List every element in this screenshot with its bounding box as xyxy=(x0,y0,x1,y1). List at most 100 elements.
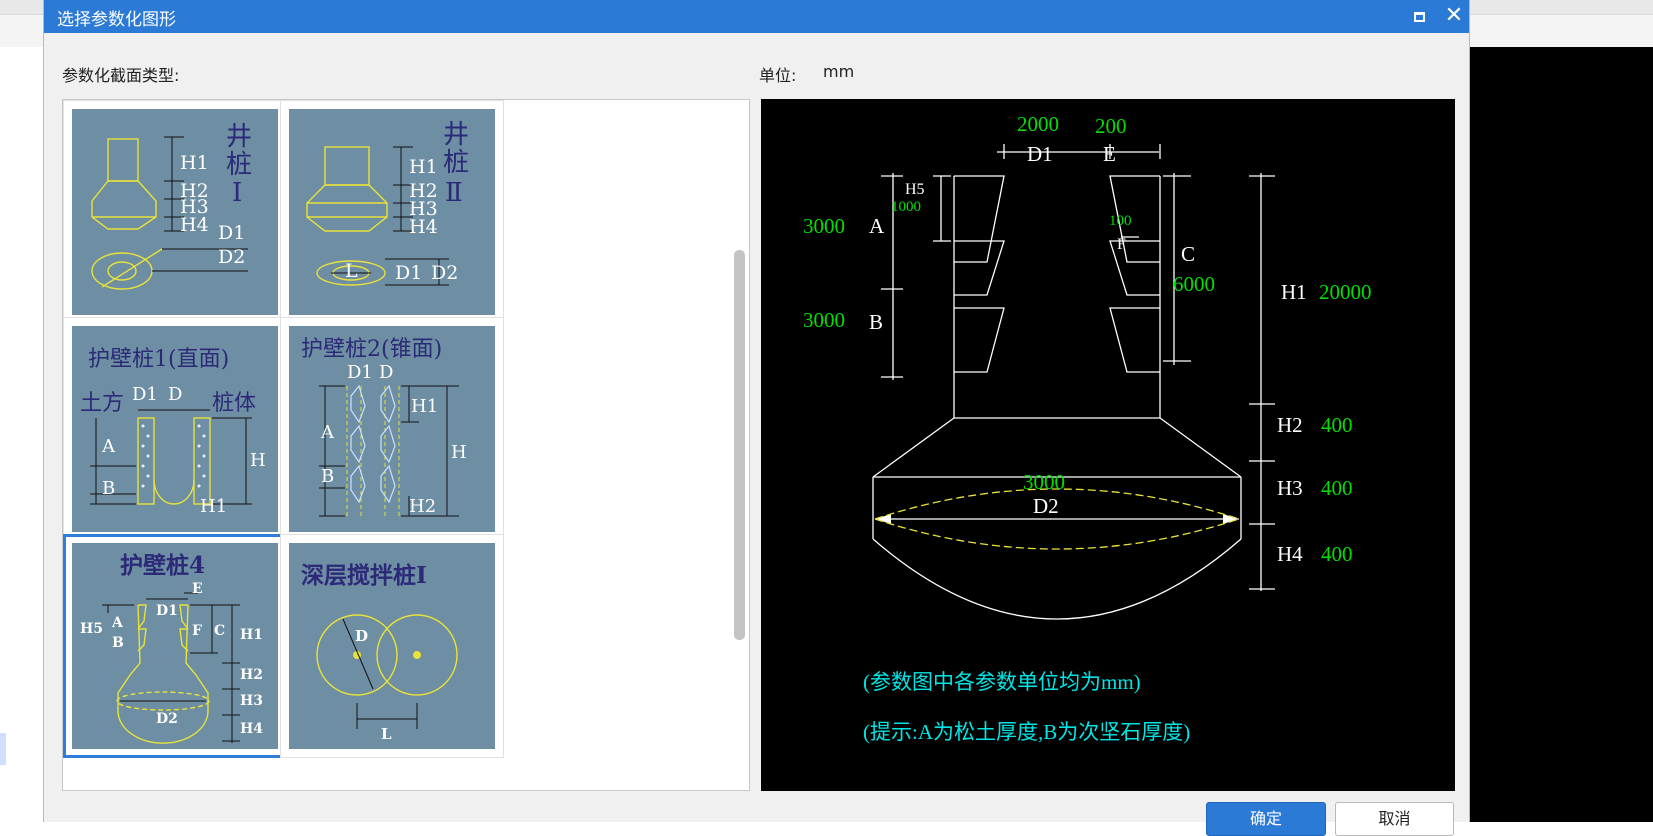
thumb4-label-h1: H1 xyxy=(411,396,438,417)
thumb-hubizhuang-4[interactable]: 护壁桩4 E D1 H5 A F C H1 B H2 H3 D2 H4 xyxy=(63,534,287,758)
thumb5-label-f: F xyxy=(192,623,202,639)
thumb6-label-d: D xyxy=(355,627,368,645)
jingzhuang-2-drawing: 井桩Ⅱ H1 H2 H3 H4 L D1 D2 xyxy=(289,109,495,315)
thumb2-char-two: Ⅱ xyxy=(445,178,463,208)
thumb6-title: 深层搅拌桩Ⅰ xyxy=(301,562,427,589)
dim-h5-value: 1000 xyxy=(891,199,921,215)
thumb5-label-b: B xyxy=(112,635,124,651)
thumb4-label-d1: D1 xyxy=(347,362,373,383)
thumb1-char-zhuang: 桩 xyxy=(226,150,252,180)
thumb2-label-h4: H4 xyxy=(409,216,438,238)
dim-b-label: B xyxy=(869,310,883,334)
dim-h4-label: H4 xyxy=(1277,542,1303,566)
ok-button[interactable]: 确定 xyxy=(1206,802,1326,836)
dim-h3-label: H3 xyxy=(1277,476,1303,500)
thumb5-label-h2: H2 xyxy=(240,667,263,683)
dim-a-value: 3000 xyxy=(803,214,845,238)
thumb3-label-b: B xyxy=(102,478,115,499)
close-icon: ✕ xyxy=(1444,3,1464,28)
background-highlight xyxy=(0,733,6,765)
dim-h2-value: 400 xyxy=(1321,413,1353,437)
thumb2-label-d1: D1 xyxy=(395,262,422,284)
thumb-hubizhuang-2[interactable]: 护壁桩2(锥面) D1 D H1 A H B H2 xyxy=(280,317,504,541)
background-canvas xyxy=(1470,47,1653,822)
preview-drawing: 2000 200 D1 E H5 1000 3000 A 3000 B 100 … xyxy=(803,112,1372,744)
dim-d1-value: 2000 xyxy=(1017,112,1059,136)
thumb3-label-zhuangti: 桩体 xyxy=(212,391,256,416)
thumb4-label-h: H xyxy=(451,442,467,463)
thumb5-label-h4: H4 xyxy=(240,721,263,737)
thumb3-label-a: A xyxy=(101,436,116,457)
close-button[interactable]: ✕ xyxy=(1439,3,1469,29)
preview-note-hint: (提示:A为松土厚度,B为次坚石厚度) xyxy=(863,720,1190,744)
thumb5-label-h5: H5 xyxy=(80,621,103,637)
thumb1-label-d2: D2 xyxy=(218,246,245,268)
parametric-shape-dialog: 选择参数化图形 ✕ 参数化截面类型: 单位: mm 井 桩 Ⅰ H1 H2 H3… xyxy=(43,0,1470,836)
thumb-hubizhuang-1[interactable]: 护壁桩1(直面) 土方 桩体 D1 D A H B H1 xyxy=(63,317,287,541)
dim-d2-label: D2 xyxy=(1033,494,1059,518)
dim-d1-label: D1 xyxy=(1027,142,1053,166)
shape-list-scrollbar[interactable] xyxy=(734,250,745,640)
thumb5-label-h1: H1 xyxy=(240,627,263,643)
thumb1-char-jing: 井 xyxy=(226,122,252,152)
dim-e-label: E xyxy=(1103,142,1116,166)
thumb3-title: 护壁桩1(直面) xyxy=(88,347,229,372)
thumb4-label-b: B xyxy=(321,466,334,487)
dim-f-value: 100 xyxy=(1109,213,1132,229)
section-type-label: 参数化截面类型: xyxy=(62,66,180,85)
dim-a-label: A xyxy=(869,214,885,238)
thumb5-label-e: E xyxy=(192,581,203,597)
thumb2-char-zhuang: 桩 xyxy=(443,148,469,178)
dim-d2-value: 3000 xyxy=(1023,470,1065,494)
thumb5-label-d2: D2 xyxy=(156,711,178,727)
dim-b-value: 3000 xyxy=(803,308,845,332)
thumb2-label-d2: D2 xyxy=(431,262,458,284)
thumb4-label-h2: H2 xyxy=(409,496,436,517)
dim-f-label: F xyxy=(1117,236,1126,253)
dim-c-label: C xyxy=(1181,242,1195,266)
thumb4-label-d: D xyxy=(379,362,393,383)
thumb3-label-d1: D1 xyxy=(132,384,158,405)
thumb6-label-l: L xyxy=(381,725,392,743)
shenceng-1-drawing: 深层搅拌桩Ⅰ D L xyxy=(289,543,495,749)
thumb1-label-h1: H1 xyxy=(180,152,209,174)
hubizhuang-1-drawing: 护壁桩1(直面) 土方 桩体 D1 D A H B H1 xyxy=(72,326,278,532)
dim-h5-label: H5 xyxy=(905,181,925,198)
thumb5-label-c: C xyxy=(214,623,225,639)
hubizhuang-2-drawing: 护壁桩2(锥面) D1 D H1 A H B H2 xyxy=(289,326,495,532)
maximize-icon xyxy=(1413,11,1425,22)
cancel-button[interactable]: 取消 xyxy=(1335,802,1454,836)
maximize-button[interactable] xyxy=(1404,3,1434,29)
dim-h3-value: 400 xyxy=(1321,476,1353,500)
dim-h4-value: 400 xyxy=(1321,542,1353,566)
thumb1-label-h4: H4 xyxy=(180,214,209,236)
dim-h2-label: H2 xyxy=(1277,413,1303,437)
shape-list-panel[interactable]: 井桩Ⅰ H1 H2 H3 H4 D1 D2 井 桩 Ⅱ H1 H2 H3 H4 … xyxy=(62,99,750,791)
thumb5-label-d1: D1 xyxy=(156,603,178,619)
thumb3-label-d: D xyxy=(168,384,182,405)
thumb-jingzhuang-2[interactable]: 井桩Ⅱ H1 H2 H3 H4 L D1 D2 xyxy=(280,100,504,324)
thumb1-char-one: Ⅰ xyxy=(232,178,242,208)
unit-label: 单位: xyxy=(759,66,797,85)
thumb4-label-a: A xyxy=(320,422,335,443)
thumb-shenceng-1[interactable]: 深层搅拌桩Ⅰ D L xyxy=(280,534,504,758)
thumb2-label-h1: H1 xyxy=(409,156,438,178)
hubizhuang-4-drawing: 护壁桩4 E D1 H5 A F C H1 B H2 H3 D2 H4 xyxy=(72,543,278,749)
dim-c-value: 6000 xyxy=(1173,272,1215,296)
thumb1-label-d1: D1 xyxy=(218,222,245,244)
preview-note-units: (参数图中各参数单位均为mm) xyxy=(863,670,1141,694)
jingzhuang-1-drawing: 井桩Ⅰ H1 H2 H3 H4 D1 D2 xyxy=(72,109,278,315)
dim-h1-value: 20000 xyxy=(1319,280,1372,304)
thumb2-label-l: L xyxy=(345,260,358,282)
thumb4-title: 护壁桩2(锥面) xyxy=(301,337,442,362)
thumb2-char-jing: 井 xyxy=(443,120,469,150)
dim-e-value: 200 xyxy=(1095,114,1127,138)
thumb5-label-a: A xyxy=(111,615,124,631)
thumb-jingzhuang-1[interactable]: 井桩Ⅰ H1 H2 H3 H4 D1 D2 xyxy=(63,100,287,324)
thumb3-label-h: H xyxy=(250,450,266,471)
unit-value: mm xyxy=(823,62,855,81)
thumb3-label-h1: H1 xyxy=(200,496,227,517)
thumb5-title: 护壁桩4 xyxy=(120,552,205,579)
thumb3-label-tufang: 土方 xyxy=(80,391,124,416)
dialog-title: 选择参数化图形 xyxy=(57,10,176,30)
